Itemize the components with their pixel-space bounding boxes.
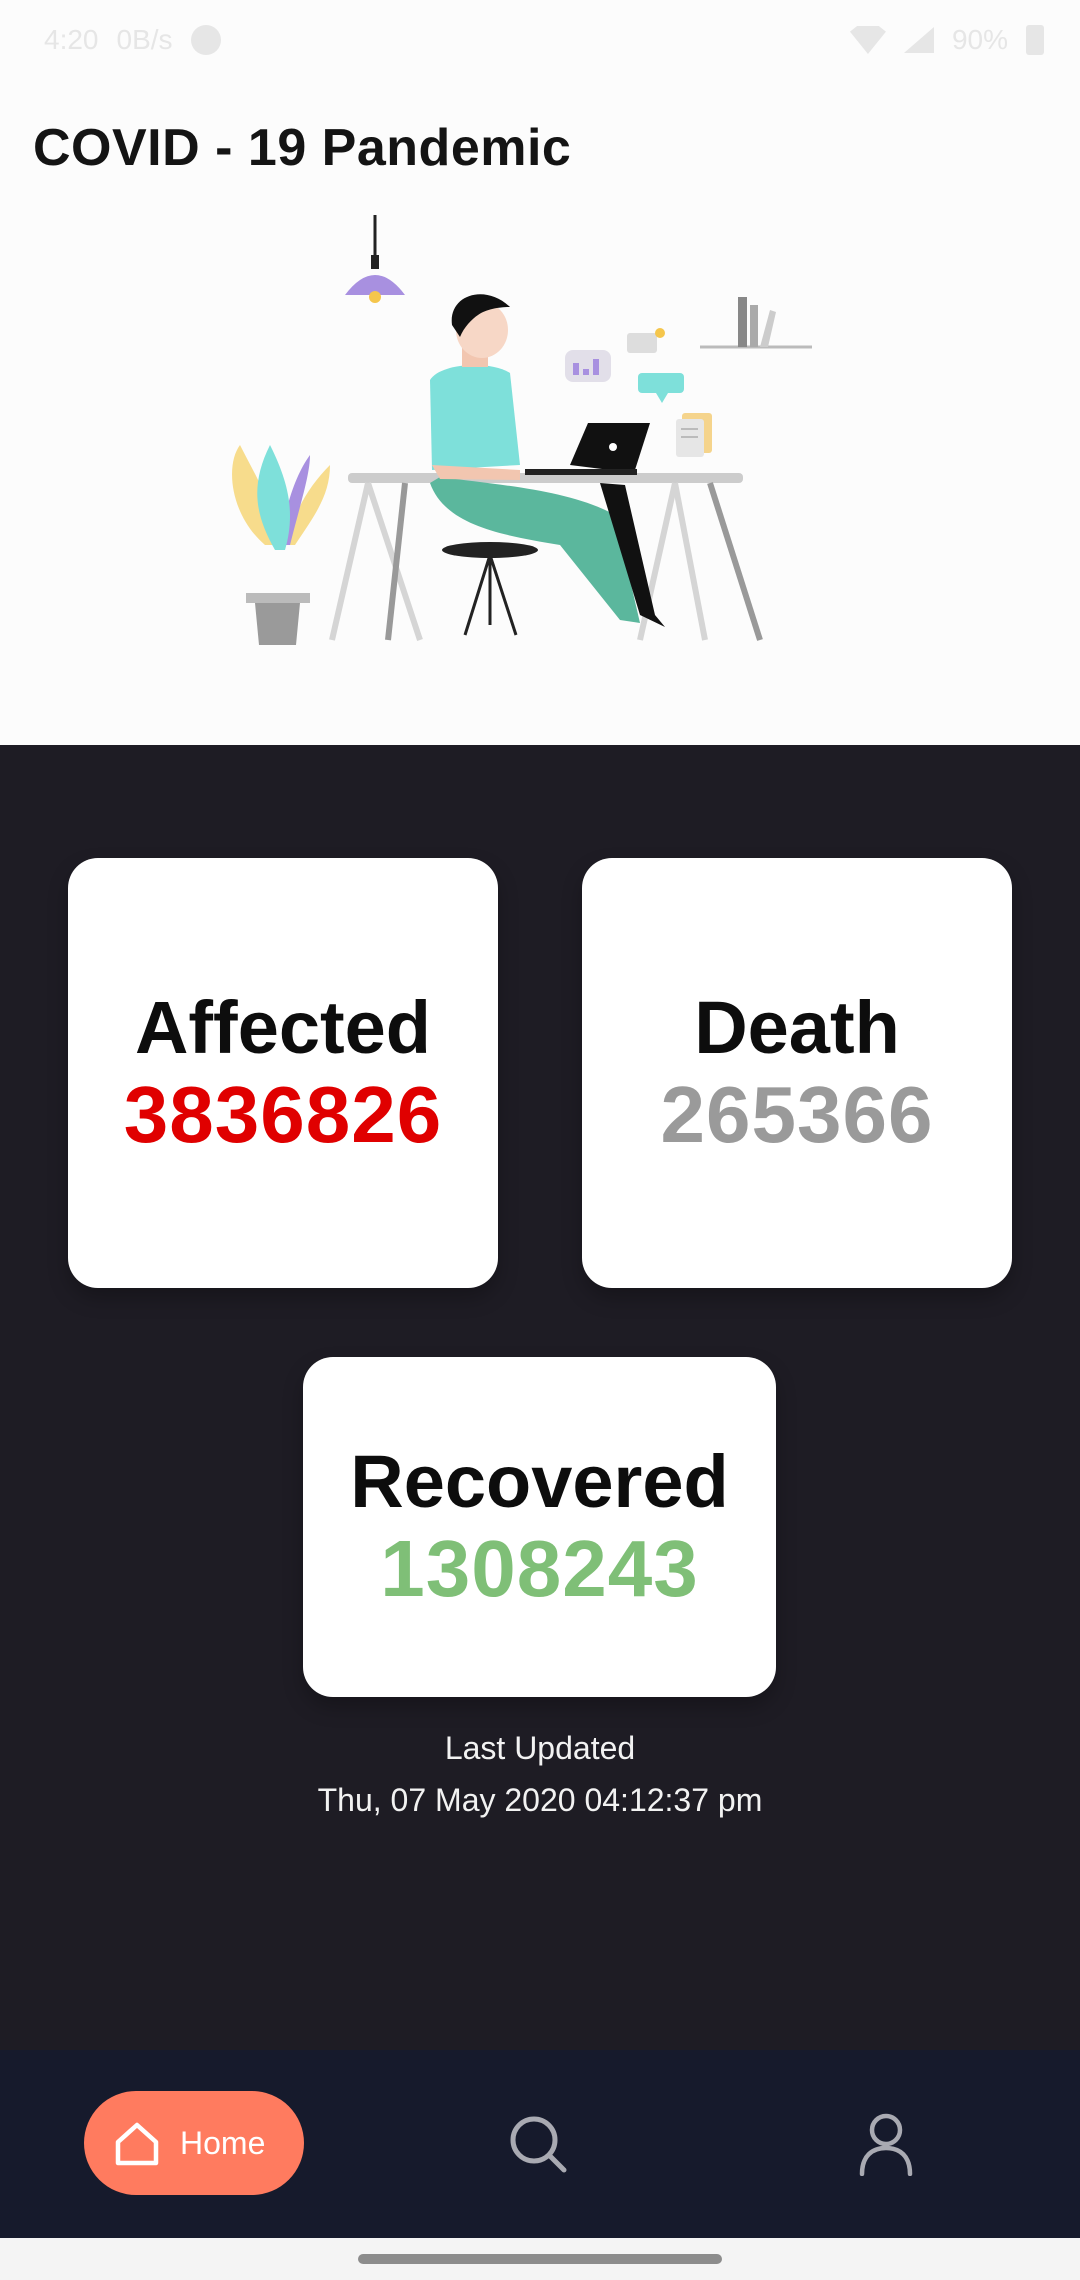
gesture-area — [0, 2238, 1080, 2280]
battery-level: 90% — [951, 24, 1008, 55]
app-notification-icon — [190, 25, 221, 55]
status-time: 4:20 — [44, 24, 99, 55]
page-title: COVID - 19 Pandemic — [33, 119, 572, 177]
battery-icon — [1026, 25, 1044, 55]
death-count: 265366 — [660, 1069, 934, 1159]
recovered-label: Recovered — [350, 1440, 729, 1524]
screen: 4:20 0B/s 90% COVID - 19 Pandemic Affect… — [0, 0, 1080, 2280]
gesture-handle[interactable] — [358, 2254, 722, 2264]
bottom-navigation: Home — [0, 2050, 1080, 2238]
profile-icon[interactable] — [858, 2112, 914, 2176]
last-updated-timestamp: Thu, 07 May 2020 04:12:37 pm — [317, 1782, 763, 1818]
recovered-count: 1308243 — [380, 1523, 699, 1613]
recovered-card: Recovered 1308243 — [303, 1357, 776, 1697]
status-bar: 4:20 0B/s 90% — [0, 0, 1080, 80]
affected-card: Affected 3836826 — [68, 858, 498, 1288]
affected-label: Affected — [134, 986, 432, 1070]
last-updated: Last Updated Thu, 07 May 2020 04:12:37 p… — [0, 1722, 1080, 1826]
work-from-home-illustration — [232, 215, 812, 645]
signal-icon — [903, 27, 934, 53]
nav-home-label: Home — [180, 2124, 266, 2161]
death-card: Death 265366 — [582, 858, 1012, 1288]
death-label: Death — [694, 986, 900, 1070]
status-speed: 0B/s — [116, 24, 173, 55]
nav-home-button[interactable]: Home — [84, 2091, 304, 2195]
affected-count: 3836826 — [123, 1069, 443, 1159]
last-updated-label: Last Updated — [444, 1730, 636, 1766]
wifi-icon — [849, 26, 886, 54]
search-icon[interactable] — [508, 2114, 568, 2174]
home-icon — [115, 2122, 159, 2166]
